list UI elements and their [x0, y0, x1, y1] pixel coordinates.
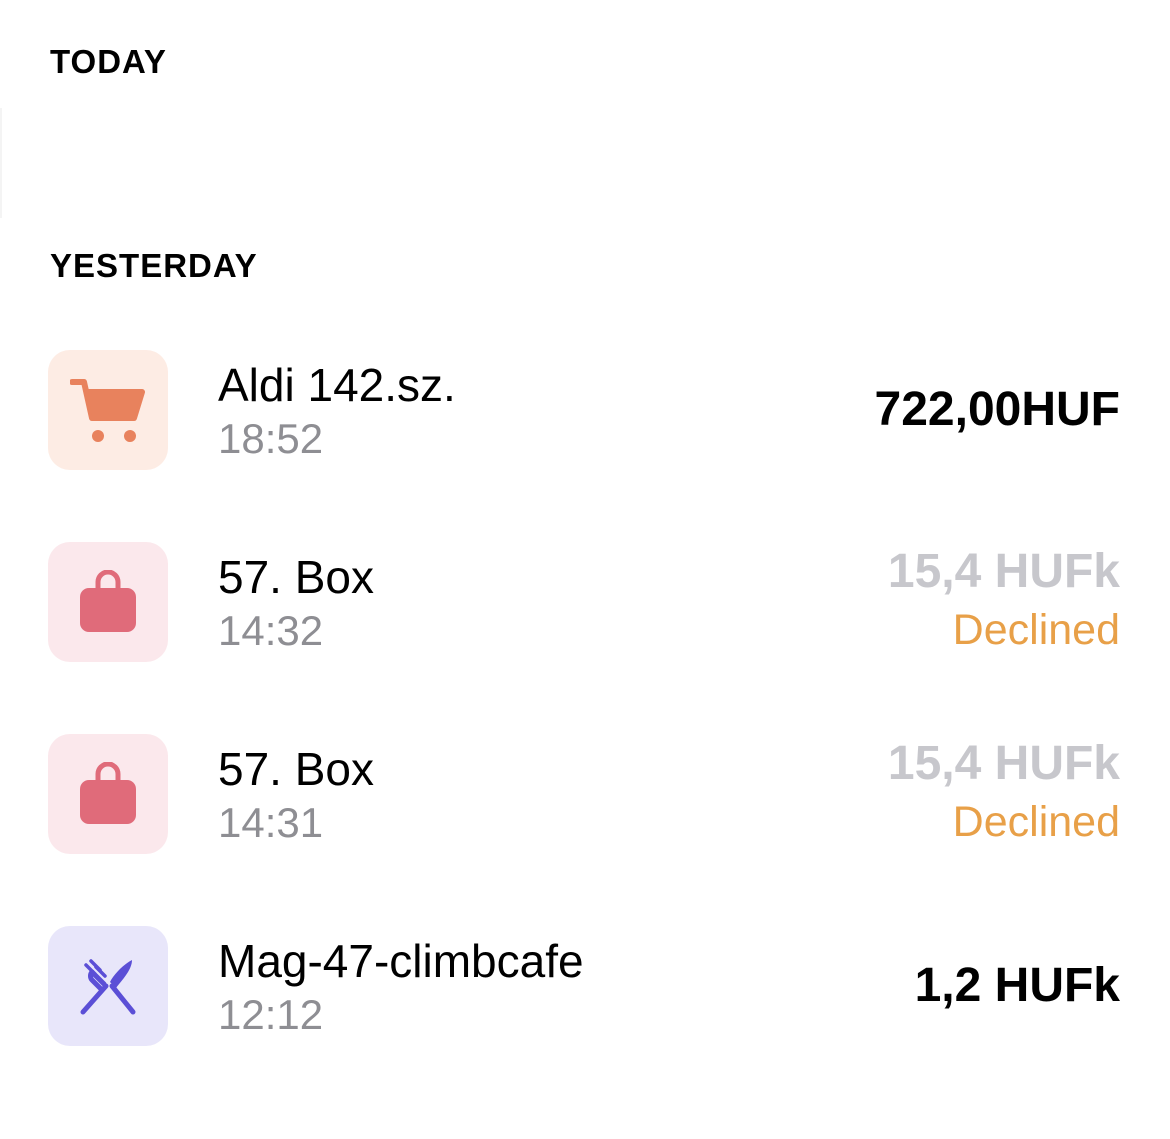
section-header-today: TODAY: [50, 43, 167, 80]
merchant-name: 57. Box: [218, 743, 374, 795]
transaction-row-climbcafe[interactable]: Mag-47-climbcafe 12:12 1,2 HUFk: [0, 924, 1170, 1048]
transaction-amount: 1,2 HUFk: [914, 959, 1120, 1012]
section-header-yesterday: YESTERDAY: [50, 247, 258, 284]
transaction-row-box-1[interactable]: 57. Box 14:32 15,4 HUFk Declined: [0, 540, 1170, 664]
category-tile-shopping: [48, 542, 168, 662]
merchant-name: Aldi 142.sz.: [218, 359, 456, 411]
transaction-amount: 722,00HUF: [874, 383, 1120, 436]
status-declined: Declined: [952, 606, 1120, 654]
transaction-time: 14:32: [218, 607, 324, 654]
transaction-row-aldi[interactable]: Aldi 142.sz. 18:52 722,00HUF: [0, 348, 1170, 472]
category-tile-food: [48, 926, 168, 1046]
transaction-amount: 15,4 HUFk: [887, 737, 1120, 790]
fork-knife-icon: [80, 959, 136, 1015]
shopping-cart-icon: [70, 379, 145, 442]
shopping-bag-icon: [80, 762, 136, 824]
transaction-time: 14:31: [218, 799, 324, 846]
merchant-name: Mag-47-climbcafe: [218, 935, 584, 987]
merchant-name: 57. Box: [218, 551, 374, 603]
transaction-time: 18:52: [218, 415, 324, 462]
transaction-amount: 15,4 HUFk: [887, 545, 1120, 598]
status-declined: Declined: [952, 798, 1120, 846]
scroll-edge-line: [0, 108, 2, 218]
shopping-bag-icon: [80, 570, 136, 632]
category-tile-shopping: [48, 734, 168, 854]
transaction-row-box-2[interactable]: 57. Box 14:31 15,4 HUFk Declined: [0, 732, 1170, 856]
category-tile-grocery: [48, 350, 168, 470]
transaction-time: 12:12: [218, 991, 324, 1038]
